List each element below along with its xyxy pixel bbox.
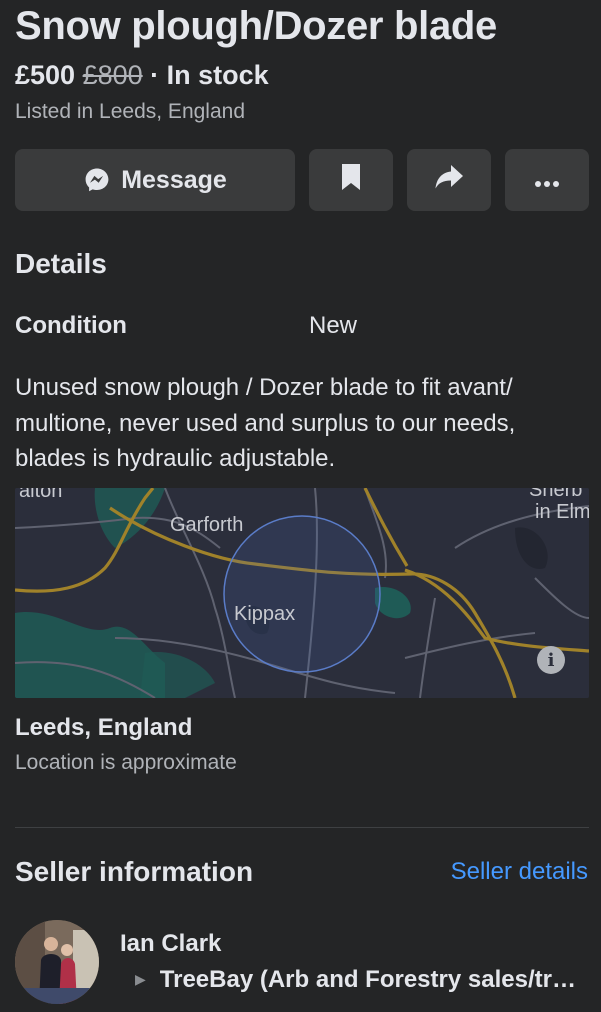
map-label-alton: alton: [19, 488, 62, 502]
map-label-garforth: Garforth: [170, 514, 243, 536]
save-button[interactable]: [309, 149, 393, 211]
message-label: Message: [121, 165, 227, 194]
old-price: £800: [82, 60, 143, 90]
seller-avatar[interactable]: [15, 920, 99, 1004]
details-heading: Details: [15, 248, 107, 279]
message-button[interactable]: Message: [15, 149, 295, 211]
seller-group[interactable]: ▶ TreeBay (Arb and Forestry sales/trade): [135, 966, 585, 994]
more-dots-icon: [534, 166, 560, 195]
seller-heading: Seller information: [15, 856, 254, 887]
map-label-sherburn-bottom: in Elm: [535, 501, 589, 523]
map-canvas: Garforth Kippax alton Sherb in Elm: [15, 488, 589, 698]
map-label-kippax: Kippax: [234, 603, 295, 625]
listed-location: Listed in Leeds, England: [15, 100, 246, 123]
availability: In stock: [166, 60, 269, 90]
seller-group-name: TreeBay (Arb and Forestry sales/trade): [159, 966, 585, 993]
location-title: Leeds, England: [15, 714, 193, 741]
listing-title: Snow plough/Dozer blade: [15, 4, 497, 48]
price-separator: ·: [142, 60, 167, 90]
seller-name[interactable]: Ian Clark: [120, 930, 221, 958]
map-info-icon[interactable]: i: [537, 646, 565, 674]
price-row: £500 £800 · In stock: [15, 60, 269, 91]
description: Unused snow plough / Dozer blade to fit …: [15, 374, 516, 472]
share-arrow-icon: [434, 164, 464, 197]
seller-details-link[interactable]: Seller details: [451, 858, 588, 886]
condition-label: Condition: [15, 312, 127, 339]
bookmark-icon: [340, 163, 362, 198]
more-button[interactable]: [505, 149, 589, 211]
share-button[interactable]: [407, 149, 491, 211]
condition-value: New: [309, 312, 358, 339]
map-label-sherburn-top: Sherb: [529, 488, 582, 501]
location-subtitle: Location is approximate: [15, 751, 237, 774]
location-map[interactable]: Garforth Kippax alton Sherb in Elm i: [15, 488, 589, 698]
messenger-icon: [83, 166, 111, 194]
section-divider: [15, 827, 589, 828]
price: £500: [15, 60, 76, 90]
group-arrow-icon: ▶: [135, 971, 146, 987]
